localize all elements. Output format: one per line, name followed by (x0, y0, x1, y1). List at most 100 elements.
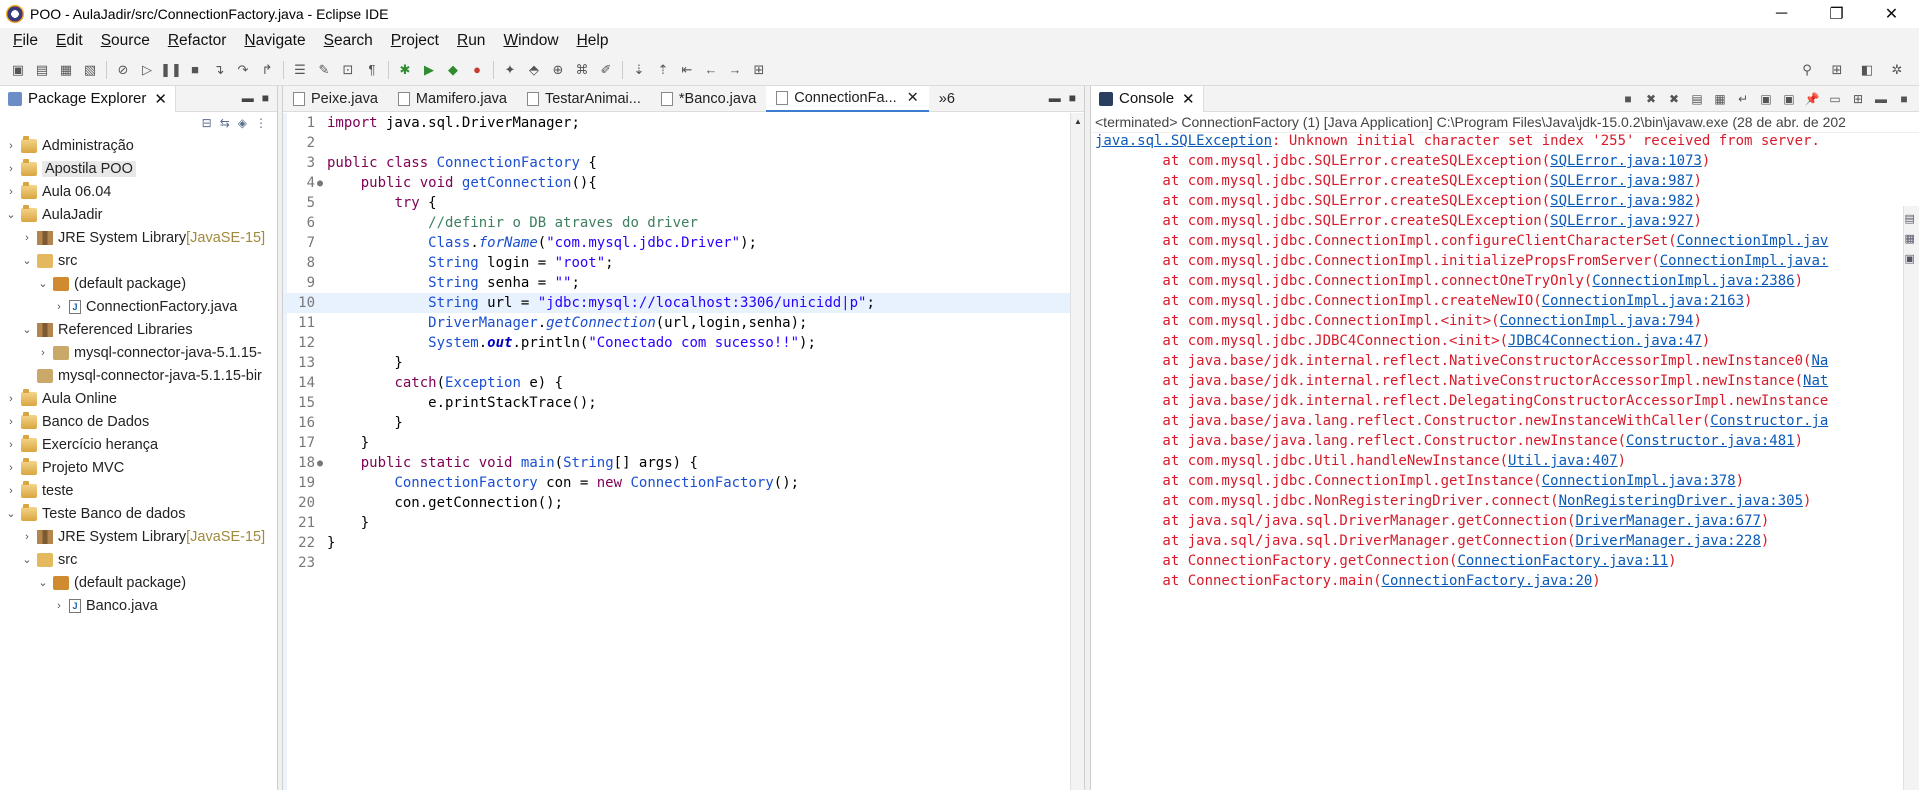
code-area[interactable]: 1 import java.sql.DriverManager; 2 3 public … (283, 113, 1073, 573)
restore-button[interactable]: ❐ (1809, 0, 1864, 28)
block-selection-icon[interactable]: ⊡ (338, 61, 358, 79)
chevron-right-icon[interactable]: › (4, 439, 18, 451)
tree-item[interactable]: › Banco de Dados (0, 410, 277, 433)
stack-trace-link[interactable]: java.sql.SQLException (1095, 133, 1272, 149)
remove-all-terminated-icon[interactable]: ✖ (1665, 90, 1683, 108)
menu-item-run[interactable]: Run (448, 32, 494, 50)
stack-trace-link[interactable]: Na (1811, 353, 1828, 369)
stack-trace-link[interactable]: ConnectionFactory.java:20 (1382, 573, 1593, 589)
code-line[interactable]: 10 String url = "jdbc:mysql://localhost:… (283, 293, 1073, 313)
code-line[interactable]: 14 catch(Exception e) { (283, 373, 1073, 393)
chevron-right-icon[interactable]: › (52, 600, 66, 612)
code-line[interactable]: 1 import java.sql.DriverManager; (283, 113, 1073, 133)
chevron-down-icon[interactable]: ⌄ (4, 208, 18, 221)
tree-item[interactable]: ⌄ (default package) (0, 272, 277, 295)
stack-trace-link[interactable]: DriverManager.java:228 (1575, 533, 1760, 549)
code-line[interactable]: 19 ConnectionFactory con = new Connectio… (283, 473, 1073, 493)
pin-console-icon[interactable]: 📌 (1803, 90, 1821, 108)
code-line[interactable]: 20 con.getConnection(); (283, 493, 1073, 513)
tab-editor-file[interactable]: Mamifero.java (388, 86, 517, 112)
open-console-icon[interactable]: ⊞ (1849, 90, 1867, 108)
close-window-button[interactable]: ✕ (1864, 0, 1919, 28)
chevron-right-icon[interactable]: › (20, 531, 34, 543)
open-type-icon[interactable]: ⌘ (572, 61, 592, 79)
code-line[interactable]: 18 ● public static void main(String[] arg… (283, 453, 1073, 473)
menu-item-help[interactable]: Help (568, 32, 618, 50)
link-with-editor-icon[interactable]: ⇆ (220, 116, 230, 130)
stack-trace-link[interactable]: SQLError.java:982 (1550, 193, 1693, 209)
terminate-icon[interactable]: ■ (1619, 90, 1637, 108)
external-tools-icon[interactable]: ● (467, 61, 487, 79)
stack-trace-link[interactable]: ConnectionFactory.java:11 (1457, 553, 1668, 569)
more-tabs-button[interactable]: »6 (929, 86, 965, 112)
minimize-view-icon[interactable]: ▬ (242, 91, 254, 105)
stack-trace-link[interactable]: JDBC4Connection.java:47 (1508, 333, 1702, 349)
new-java-project-icon[interactable]: ✦ (500, 61, 520, 79)
new-package-icon[interactable]: ⬘ (524, 61, 544, 79)
side-icon-3[interactable]: ▣ (1905, 252, 1919, 266)
stack-trace-link[interactable]: Util.java:407 (1508, 453, 1618, 469)
stack-trace-link[interactable]: Constructor.java:481 (1626, 433, 1795, 449)
open-perspective-icon[interactable]: ⊞ (1827, 61, 1847, 79)
skip-breakpoints-icon[interactable]: ⊘ (113, 61, 133, 79)
menu-item-refactor[interactable]: Refactor (159, 32, 236, 50)
tree-item[interactable]: ⌄ AulaJadir (0, 203, 277, 226)
maximize-view-icon[interactable]: ■ (1069, 91, 1076, 105)
show-on-stdout-icon[interactable]: ▣ (1757, 90, 1775, 108)
code-line[interactable]: 22} (283, 533, 1073, 553)
tab-editor-file[interactable]: TestarAnimai... (517, 86, 651, 112)
stack-trace-link[interactable]: NonRegisteringDriver.java:305 (1559, 493, 1803, 509)
stack-trace-link[interactable]: ConnectionImpl.jav (1677, 233, 1829, 249)
chevron-down-icon[interactable]: ⌄ (4, 507, 18, 520)
menu-item-window[interactable]: Window (494, 32, 567, 50)
code-line[interactable]: 23 (283, 553, 1073, 573)
search-tool-icon[interactable]: ✐ (596, 61, 616, 79)
chevron-down-icon[interactable]: ⌄ (36, 576, 50, 589)
step-into-icon[interactable]: ↴ (209, 61, 229, 79)
chevron-down-icon[interactable]: ⌄ (20, 553, 34, 566)
tab-editor-file[interactable]: *Banco.java (651, 86, 766, 112)
side-icon-1[interactable]: ▤ (1905, 212, 1919, 226)
stack-trace-link[interactable]: ConnectionImpl.java: (1660, 253, 1829, 269)
code-line[interactable]: 11 DriverManager.getConnection(url,login… (283, 313, 1073, 333)
tab-editor-file[interactable]: Peixe.java (283, 86, 388, 112)
code-line[interactable]: 16 } (283, 413, 1073, 433)
focus-icon[interactable]: ◈ (238, 116, 247, 130)
chevron-down-icon[interactable]: ⌄ (20, 254, 34, 267)
clear-console-icon[interactable]: ▤ (1688, 90, 1706, 108)
fold-marker-icon[interactable]: ● (317, 458, 325, 469)
last-edit-location-icon[interactable]: ⇤ (677, 61, 697, 79)
chevron-right-icon[interactable]: › (4, 416, 18, 428)
back-icon[interactable]: ← (701, 61, 721, 79)
code-line[interactable]: 3 public class ConnectionFactory { (283, 153, 1073, 173)
pin-editor-icon[interactable]: ⊞ (749, 61, 769, 79)
tab-console[interactable]: Console ✕ (1091, 85, 1204, 112)
tree-item[interactable]: › Apostila POO (0, 157, 277, 180)
tree-item[interactable]: › Administração (0, 134, 277, 157)
stack-trace-link[interactable]: ConnectionImpl.java:2163 (1542, 293, 1744, 309)
java-perspective-icon[interactable]: ◧ (1857, 61, 1877, 79)
code-line[interactable]: 15 e.printStackTrace(); (283, 393, 1073, 413)
tree-item[interactable]: › JRE System Library [JavaSE-15] (0, 525, 277, 548)
chevron-right-icon[interactable]: › (4, 163, 18, 175)
open-icon[interactable]: ▤ (32, 61, 52, 79)
tree-item[interactable]: › Projeto MVC (0, 456, 277, 479)
console-output[interactable]: java.sql.SQLException: Unknown initial c… (1091, 133, 1919, 593)
scroll-up-icon[interactable]: ▲ (1074, 117, 1082, 126)
chevron-right-icon[interactable]: › (4, 485, 18, 497)
vertical-scrollbar[interactable]: ▲ (1070, 113, 1084, 790)
code-line[interactable]: 5 try { (283, 193, 1073, 213)
scroll-lock-icon[interactable]: ▦ (1711, 90, 1729, 108)
close-icon[interactable]: ✕ (154, 90, 167, 108)
minimize-view-icon[interactable]: ▬ (1872, 90, 1890, 108)
tree-item[interactable]: ⌄ Teste Banco de dados (0, 502, 277, 525)
stack-trace-link[interactable]: Nat (1803, 373, 1828, 389)
minimize-view-icon[interactable]: ▬ (1049, 91, 1061, 105)
menu-item-navigate[interactable]: Navigate (235, 32, 314, 50)
tree-item[interactable]: ⌄ src (0, 548, 277, 571)
stack-trace-link[interactable]: SQLError.java:987 (1550, 173, 1693, 189)
tree-item[interactable]: ⌄ src (0, 249, 277, 272)
save-all-icon[interactable]: ▧ (80, 61, 100, 79)
chevron-down-icon[interactable]: ⌄ (20, 323, 34, 336)
code-line[interactable]: 21 } (283, 513, 1073, 533)
